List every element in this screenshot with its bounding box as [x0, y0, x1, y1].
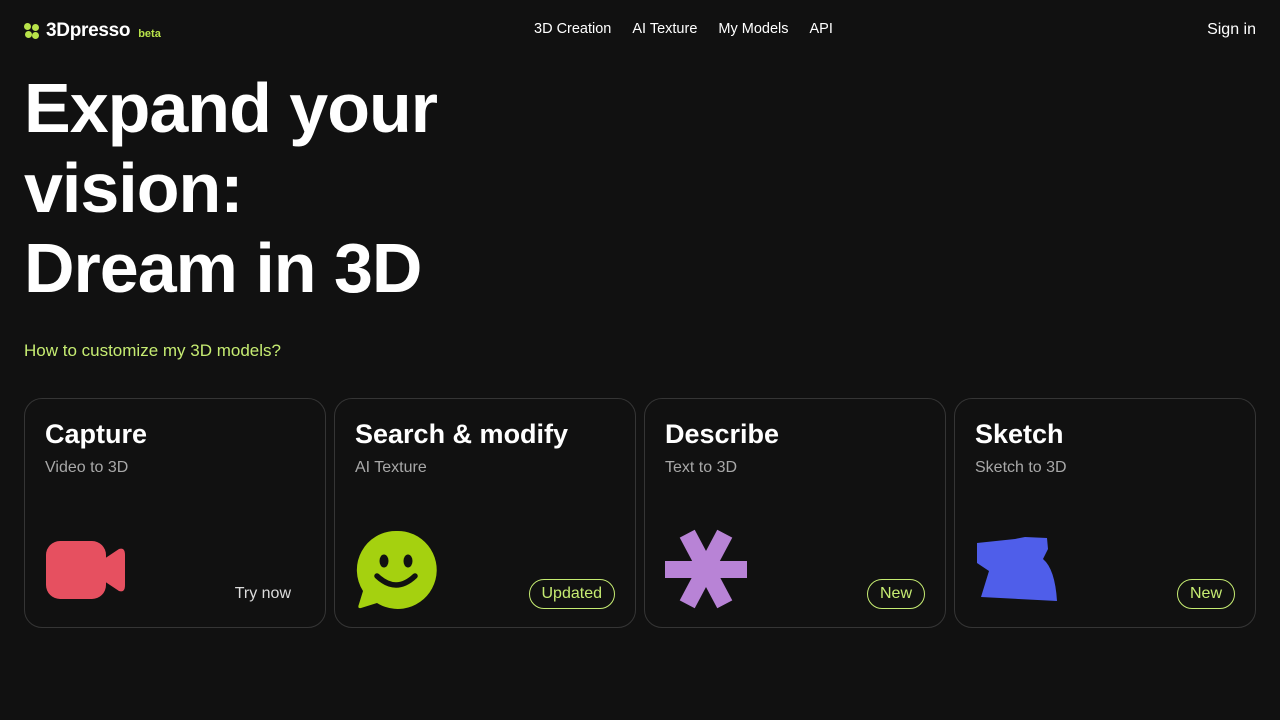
hero-line-3: Dream in 3D [24, 229, 422, 307]
sign-in-link[interactable]: Sign in [1207, 21, 1256, 39]
hero-heading: Expand your vision: Dream in 3D [24, 68, 584, 308]
asterisk-icon [665, 529, 747, 611]
card-capture[interactable]: Capture Video to 3D Try now [24, 398, 326, 628]
card-search-modify[interactable]: Search & modify AI Texture Updated [334, 398, 636, 628]
hero-line-2: vision: [24, 149, 244, 227]
updated-badge: Updated [528, 579, 615, 609]
card-title: Describe [665, 419, 780, 449]
card-subtitle: AI Texture [355, 459, 427, 476]
logo-icon [24, 23, 40, 39]
logo-name: 3Dpresso [46, 20, 131, 41]
card-subtitle: Text to 3D [665, 459, 738, 476]
card-title: Search & modify [355, 419, 569, 449]
nav-ai-texture[interactable]: AI Texture [632, 21, 697, 37]
logo[interactable]: 3Dpresso beta [24, 20, 161, 42]
nav-api[interactable]: API [810, 21, 833, 37]
hero-line-1: Expand your [24, 69, 438, 147]
video-camera-icon [45, 529, 127, 611]
card-title: Sketch [975, 419, 1064, 449]
card-sketch[interactable]: Sketch Sketch to 3D New [954, 398, 1256, 628]
card-subtitle: Sketch to 3D [975, 459, 1067, 476]
new-badge: New [866, 579, 925, 609]
sketch-shape-icon [975, 529, 1057, 611]
main-nav: 3D Creation AI Texture My Models API [534, 21, 833, 37]
nav-3d-creation[interactable]: 3D Creation [534, 21, 611, 37]
new-badge: New [1176, 579, 1235, 609]
top-bar: 3Dpresso beta 3D Creation AI Texture My … [0, 0, 1280, 62]
beta-badge: beta [138, 27, 161, 40]
card-subtitle: Video to 3D [45, 459, 129, 476]
nav-my-models[interactable]: My Models [718, 21, 788, 37]
try-now-link[interactable]: Try now [235, 585, 291, 603]
customize-help-link[interactable]: How to customize my 3D models? [24, 341, 281, 361]
smiley-chat-icon [355, 529, 437, 611]
card-describe[interactable]: Describe Text to 3D New [644, 398, 946, 628]
card-title: Capture [45, 419, 148, 449]
